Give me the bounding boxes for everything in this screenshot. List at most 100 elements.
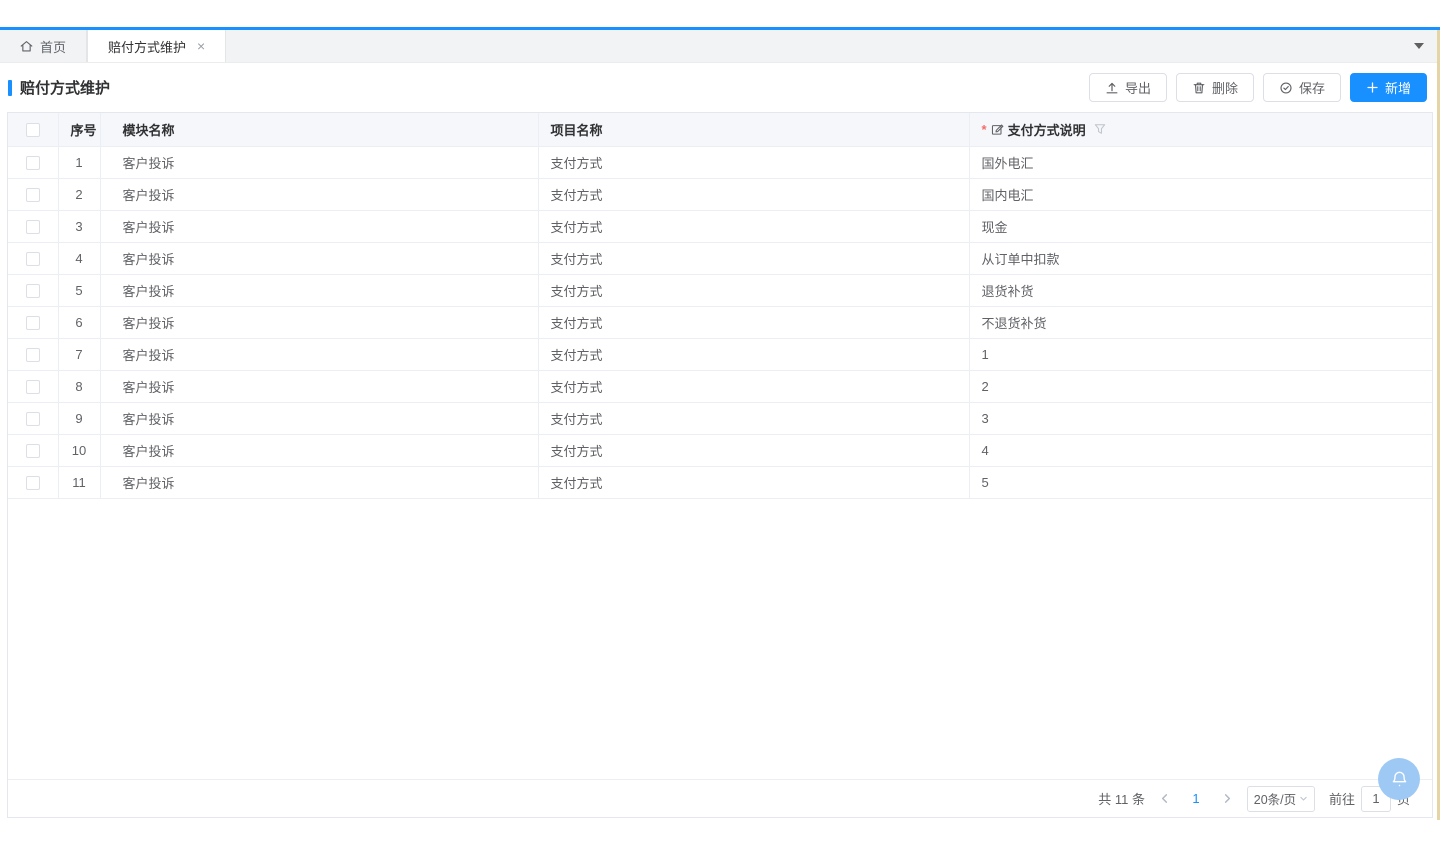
- data-table: 序号 模块名称 项目名称 * 支付方式说明: [8, 113, 1432, 499]
- edit-icon: [991, 123, 1004, 136]
- cell-module: 客户投诉: [100, 402, 538, 434]
- cell-payment-desc[interactable]: 国内电汇: [969, 178, 1432, 210]
- tab-current-label: 赔付方式维护: [108, 37, 186, 56]
- row-checkbox[interactable]: [26, 156, 40, 170]
- cell-index: 1: [58, 146, 100, 178]
- prev-page-icon[interactable]: [1159, 793, 1170, 804]
- row-checkbox-cell: [8, 210, 58, 242]
- table-body: 1 客户投诉 支付方式 国外电汇 2 客户投诉 支付方式 国内电汇 3 客户投诉…: [8, 146, 1432, 498]
- row-checkbox-cell: [8, 370, 58, 402]
- tab-options-caret-icon[interactable]: [1414, 43, 1424, 49]
- table-row: 5 客户投诉 支付方式 退货补货: [8, 274, 1432, 306]
- column-header-payment-desc: * 支付方式说明: [969, 113, 1432, 146]
- row-checkbox[interactable]: [26, 412, 40, 426]
- tab-home[interactable]: 首页: [0, 30, 87, 62]
- next-page-icon[interactable]: [1222, 793, 1233, 804]
- cell-project: 支付方式: [538, 178, 969, 210]
- cell-payment-desc[interactable]: 1: [969, 338, 1432, 370]
- cell-project: 支付方式: [538, 242, 969, 274]
- table-row: 6 客户投诉 支付方式 不退货补货: [8, 306, 1432, 338]
- cell-payment-desc[interactable]: 5: [969, 466, 1432, 498]
- row-checkbox[interactable]: [26, 220, 40, 234]
- cell-index: 2: [58, 178, 100, 210]
- cell-project: 支付方式: [538, 274, 969, 306]
- bell-icon: [1390, 770, 1409, 789]
- cell-project: 支付方式: [538, 338, 969, 370]
- chevron-down-icon: [1299, 794, 1308, 803]
- table-row: 11 客户投诉 支付方式 5: [8, 466, 1432, 498]
- table-row: 8 客户投诉 支付方式 2: [8, 370, 1432, 402]
- cell-index: 7: [58, 338, 100, 370]
- page-number-current[interactable]: 1: [1184, 791, 1208, 806]
- table-row: 1 客户投诉 支付方式 国外电汇: [8, 146, 1432, 178]
- cell-module: 客户投诉: [100, 434, 538, 466]
- row-checkbox-cell: [8, 146, 58, 178]
- cell-payment-desc[interactable]: 2: [969, 370, 1432, 402]
- home-icon: [20, 40, 33, 53]
- filter-icon[interactable]: [1094, 123, 1106, 135]
- cell-project: 支付方式: [538, 370, 969, 402]
- save-button[interactable]: 保存: [1263, 73, 1341, 102]
- cell-project: 支付方式: [538, 146, 969, 178]
- delete-button[interactable]: 删除: [1176, 73, 1254, 102]
- row-checkbox[interactable]: [26, 316, 40, 330]
- cell-project: 支付方式: [538, 306, 969, 338]
- cell-index: 10: [58, 434, 100, 466]
- cell-payment-desc[interactable]: 国外电汇: [969, 146, 1432, 178]
- column-header-module: 模块名称: [100, 113, 538, 146]
- cell-module: 客户投诉: [100, 274, 538, 306]
- top-whitespace: [0, 0, 1440, 27]
- cell-index: 4: [58, 242, 100, 274]
- table-row: 10 客户投诉 支付方式 4: [8, 434, 1432, 466]
- tab-close-icon[interactable]: ×: [197, 39, 205, 53]
- cell-module: 客户投诉: [100, 306, 538, 338]
- tab-current-page[interactable]: 赔付方式维护 ×: [87, 30, 226, 62]
- table-header-row: 序号 模块名称 项目名称 * 支付方式说明: [8, 113, 1432, 146]
- cell-payment-desc[interactable]: 退货补货: [969, 274, 1432, 306]
- cell-index: 8: [58, 370, 100, 402]
- select-all-checkbox[interactable]: [26, 123, 40, 137]
- row-checkbox[interactable]: [26, 188, 40, 202]
- cell-payment-desc[interactable]: 现金: [969, 210, 1432, 242]
- page-title: 赔付方式维护: [8, 77, 110, 98]
- row-checkbox[interactable]: [26, 348, 40, 362]
- cell-module: 客户投诉: [100, 466, 538, 498]
- row-checkbox[interactable]: [26, 252, 40, 266]
- page-size-select[interactable]: 20条/页: [1247, 786, 1315, 812]
- cell-project: 支付方式: [538, 434, 969, 466]
- cell-index: 3: [58, 210, 100, 242]
- cell-payment-desc[interactable]: 从订单中扣款: [969, 242, 1432, 274]
- cell-module: 客户投诉: [100, 370, 538, 402]
- row-checkbox-cell: [8, 274, 58, 306]
- row-checkbox-cell: [8, 178, 58, 210]
- row-checkbox[interactable]: [26, 476, 40, 490]
- notification-bell-button[interactable]: [1378, 758, 1420, 800]
- table-empty-area: [8, 499, 1432, 780]
- export-button[interactable]: 导出: [1089, 73, 1167, 102]
- page-title-text: 赔付方式维护: [20, 77, 110, 98]
- cell-index: 5: [58, 274, 100, 306]
- title-toolbar-row: 赔付方式维护 导出 删除 保存 新增: [0, 63, 1440, 112]
- row-checkbox[interactable]: [26, 284, 40, 298]
- cell-payment-desc[interactable]: 3: [969, 402, 1432, 434]
- pagination-bar: 共 11 条 1 20条/页 前往 页: [8, 779, 1432, 817]
- column-header-project: 项目名称: [538, 113, 969, 146]
- tab-bar: 首页 赔付方式维护 ×: [0, 30, 1440, 63]
- cell-payment-desc[interactable]: 4: [969, 434, 1432, 466]
- row-checkbox-cell: [8, 402, 58, 434]
- row-checkbox-cell: [8, 338, 58, 370]
- add-button[interactable]: 新增: [1350, 73, 1427, 102]
- row-checkbox[interactable]: [26, 444, 40, 458]
- cell-project: 支付方式: [538, 466, 969, 498]
- cell-module: 客户投诉: [100, 338, 538, 370]
- row-checkbox[interactable]: [26, 380, 40, 394]
- row-checkbox-cell: [8, 306, 58, 338]
- plus-icon: [1366, 81, 1379, 94]
- toolbar: 导出 删除 保存 新增: [1089, 73, 1427, 102]
- cell-payment-desc[interactable]: 不退货补货: [969, 306, 1432, 338]
- required-mark: *: [982, 122, 987, 137]
- cell-module: 客户投诉: [100, 210, 538, 242]
- check-circle-icon: [1279, 81, 1293, 95]
- table-row: 4 客户投诉 支付方式 从订单中扣款: [8, 242, 1432, 274]
- pagination-total: 共 11 条: [1098, 789, 1145, 808]
